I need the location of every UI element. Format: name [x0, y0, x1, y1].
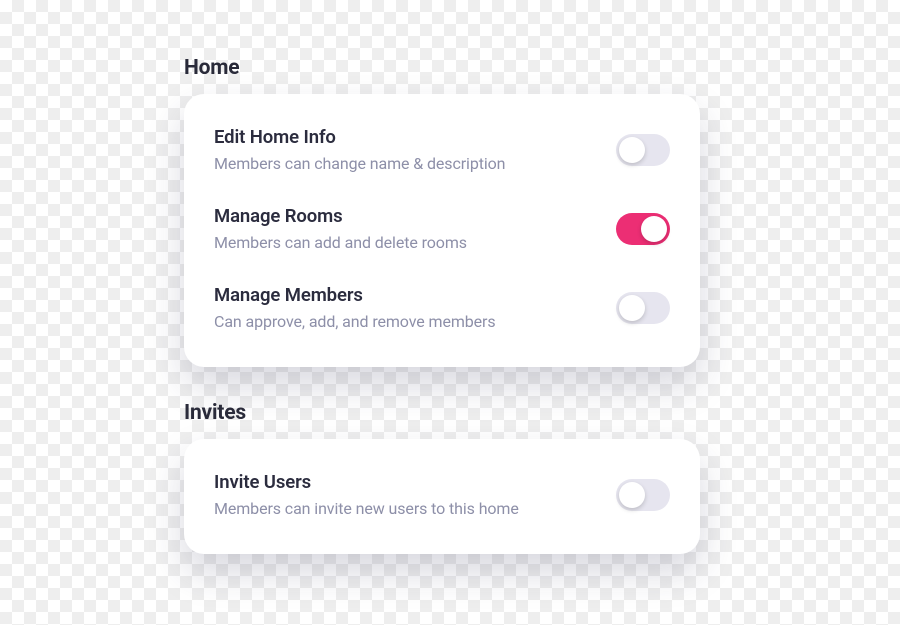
row-title: Invite Users: [214, 471, 596, 493]
row-edit-home-info: Edit Home Info Members can change name &…: [214, 120, 670, 183]
card-invites: Invite Users Members can invite new user…: [184, 439, 700, 554]
row-invite-users: Invite Users Members can invite new user…: [214, 465, 670, 528]
row-description: Members can add and delete rooms: [214, 233, 596, 252]
row-manage-members: Manage Members Can approve, add, and rem…: [214, 262, 670, 341]
row-description: Members can change name & description: [214, 154, 596, 173]
toggle-manage-members[interactable]: [616, 292, 670, 324]
text-block: Invite Users Members can invite new user…: [214, 471, 616, 518]
row-description: Members can invite new users to this hom…: [214, 499, 596, 518]
toggle-edit-home-info[interactable]: [616, 134, 670, 166]
text-block: Manage Members Can approve, add, and rem…: [214, 284, 616, 331]
toggle-knob: [641, 216, 667, 242]
text-block: Edit Home Info Members can change name &…: [214, 126, 616, 173]
section-title-home: Home: [184, 56, 700, 80]
toggle-invite-users[interactable]: [616, 479, 670, 511]
settings-container: Home Edit Home Info Members can change n…: [0, 0, 700, 554]
toggle-knob: [619, 482, 645, 508]
row-description: Can approve, add, and remove members: [214, 312, 596, 331]
toggle-manage-rooms[interactable]: [616, 213, 670, 245]
section-title-invites: Invites: [184, 401, 700, 425]
row-title: Manage Members: [214, 284, 596, 306]
row-title: Manage Rooms: [214, 205, 596, 227]
card-home: Edit Home Info Members can change name &…: [184, 94, 700, 367]
row-manage-rooms: Manage Rooms Members can add and delete …: [214, 183, 670, 262]
toggle-knob: [619, 137, 645, 163]
toggle-knob: [619, 295, 645, 321]
text-block: Manage Rooms Members can add and delete …: [214, 205, 616, 252]
row-title: Edit Home Info: [214, 126, 596, 148]
